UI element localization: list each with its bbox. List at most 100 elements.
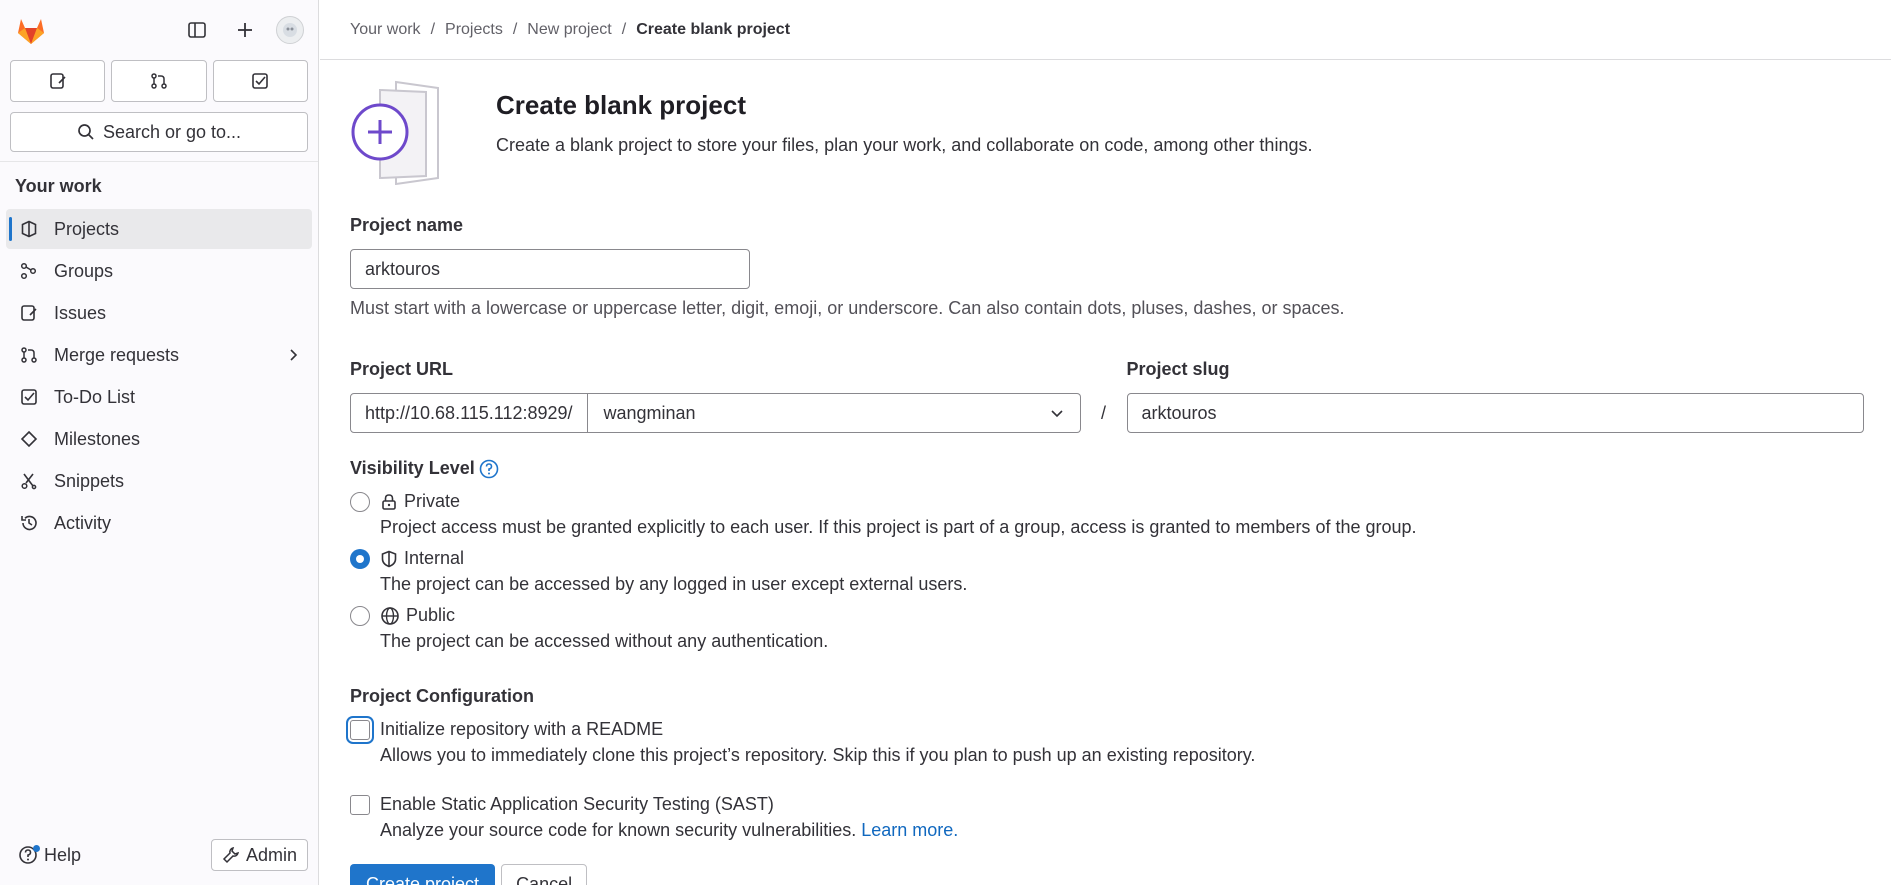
public-radio[interactable] <box>350 605 370 626</box>
project-url-prefix: http://10.68.115.112:8929/ <box>350 393 588 433</box>
milestone-icon <box>20 430 38 448</box>
project-slug-group: Project slug arktouros <box>1126 359 1864 433</box>
page-description: Create a blank project to store your fil… <box>496 135 1313 155</box>
main-content: Your work / Projects / New project / Cre… <box>320 0 1891 885</box>
cancel-button[interactable]: Cancel <box>501 864 588 885</box>
private-label: Private <box>404 491 461 511</box>
sast-option: Enable Static Application Security Testi… <box>350 794 1891 841</box>
sidebar-item-projects[interactable]: Projects <box>6 209 312 249</box>
create-project-button[interactable]: Create project <box>350 864 496 885</box>
sidebar-item-label: Milestones <box>54 428 141 449</box>
public-description: The project can be accessed without any … <box>380 631 829 651</box>
page-header: Create blank project Create a blank proj… <box>350 80 1891 190</box>
breadcrumb-separator: / <box>512 20 518 38</box>
shield-icon <box>380 550 398 568</box>
sidebar-item-milestones[interactable]: Milestones <box>6 419 312 459</box>
group-icon <box>20 262 37 280</box>
visibility-option-private: Private Project access must be granted e… <box>350 491 1891 538</box>
help-button[interactable]: Help <box>18 844 82 866</box>
chevron-down-icon <box>1050 410 1063 418</box>
gitlab-logo-icon[interactable] <box>14 13 48 47</box>
sidebar-item-issues[interactable]: Issues <box>6 293 312 333</box>
admin-button[interactable]: Admin <box>210 839 308 871</box>
project-name-group: Project name arktouros Must start with a… <box>350 215 1891 319</box>
breadcrumb: Your work / Projects / New project / Cre… <box>320 0 1891 60</box>
project-name-input[interactable]: arktouros <box>350 249 750 289</box>
merge-requests-button[interactable] <box>111 60 207 102</box>
breadcrumb-separator: / <box>430 20 436 38</box>
learn-more-link[interactable]: Learn more. <box>861 820 958 840</box>
user-avatar[interactable] <box>276 16 304 44</box>
private-radio[interactable] <box>350 491 370 512</box>
sidebar-header <box>0 0 318 60</box>
project-configuration-label: Project Configuration <box>350 686 534 706</box>
snippet-icon <box>21 473 37 490</box>
visibility-option-internal: Internal The project can be accessed by … <box>350 548 1891 595</box>
project-slug-input[interactable]: arktouros <box>1126 393 1864 433</box>
sast-checkbox[interactable] <box>350 794 370 815</box>
internal-description: The project can be accessed by any logge… <box>380 574 968 594</box>
visibility-label: Visibility Level <box>350 458 475 478</box>
sidebar-item-merge-requests[interactable]: Merge requests <box>6 335 312 375</box>
chevron-right-icon[interactable] <box>286 348 300 362</box>
breadcrumb-new-project[interactable]: New project <box>527 21 611 39</box>
wrench-icon <box>222 846 239 864</box>
visibility-option-public: Public The project can be accessed witho… <box>350 605 1891 652</box>
sidebar-item-activity[interactable]: Activity <box>6 503 312 543</box>
todo-icon <box>21 389 37 405</box>
project-url-label: Project URL <box>350 359 454 379</box>
project-slug-value: arktouros <box>1141 402 1217 423</box>
sast-description: Analyze your source code for known secur… <box>380 820 857 840</box>
breadcrumb-separator: / <box>621 20 627 38</box>
merge-request-icon <box>21 347 37 363</box>
search-icon <box>78 124 94 140</box>
public-label: Public <box>406 605 456 625</box>
breadcrumb-projects[interactable]: Projects <box>445 21 503 39</box>
private-description: Project access must be granted explicitl… <box>380 517 1417 537</box>
form-container: Create blank project Create a blank proj… <box>320 80 1891 885</box>
globe-icon <box>380 606 400 626</box>
internal-radio[interactable] <box>350 548 370 569</box>
blank-project-illustration <box>350 80 460 186</box>
internal-label: Internal <box>404 548 465 568</box>
readme-description: Allows you to immediately clone this pro… <box>380 745 1256 765</box>
readme-option: Initialize repository with a README Allo… <box>350 719 1891 766</box>
sidebar-item-label: Snippets <box>54 470 125 491</box>
sidebar-item-label: Groups <box>54 260 114 281</box>
sidebar-item-label: Projects <box>54 218 120 239</box>
project-name-label: Project name <box>350 215 464 235</box>
quick-actions <box>0 60 318 102</box>
sidebar-item-snippets[interactable]: Snippets <box>6 461 312 501</box>
project-name-help: Must start with a lowercase or uppercase… <box>350 298 1345 318</box>
sidebar-item-groups[interactable]: Groups <box>6 251 312 291</box>
todo-button[interactable] <box>212 60 308 102</box>
sidebar-item-label: Issues <box>54 302 107 323</box>
search-button[interactable]: Search or go to... <box>10 112 308 152</box>
search-label: Search or go to... <box>102 121 242 142</box>
breadcrumb-current[interactable]: Create blank project <box>636 21 790 39</box>
issues-icon <box>49 73 66 89</box>
readme-label: Initialize repository with a README <box>380 719 664 739</box>
plus-icon[interactable] <box>228 13 262 47</box>
help-label: Help <box>44 844 82 865</box>
merge-request-icon <box>151 73 167 89</box>
sast-label: Enable Static Application Security Testi… <box>380 794 774 814</box>
project-icon <box>21 220 37 238</box>
readme-checkbox[interactable] <box>350 719 370 740</box>
namespace-select[interactable]: wangminan <box>587 393 1081 433</box>
breadcrumb-your-work[interactable]: Your work <box>350 21 421 39</box>
sast-description-row: Analyze your source code for known secur… <box>380 820 1891 841</box>
toggle-sidebar-icon[interactable] <box>180 13 214 47</box>
assigned-issues-button[interactable] <box>10 60 106 102</box>
sidebar-item-label: Merge requests <box>54 344 180 365</box>
question-icon[interactable] <box>479 459 499 479</box>
sidebar-item-label: To-Do List <box>54 386 136 407</box>
visibility-group: Visibility Level Private Project access … <box>350 458 1891 652</box>
sidebar-nav: Projects Groups Issues Merge requests To… <box>0 209 318 543</box>
project-url-group: Project URL http://10.68.115.112:8929/ w… <box>350 359 1127 433</box>
form-actions: Create project Cancel <box>350 864 1891 885</box>
history-icon <box>21 515 37 531</box>
todo-icon <box>252 73 269 89</box>
sidebar-item-todo-list[interactable]: To-Do List <box>6 377 312 417</box>
lock-icon <box>380 493 398 511</box>
